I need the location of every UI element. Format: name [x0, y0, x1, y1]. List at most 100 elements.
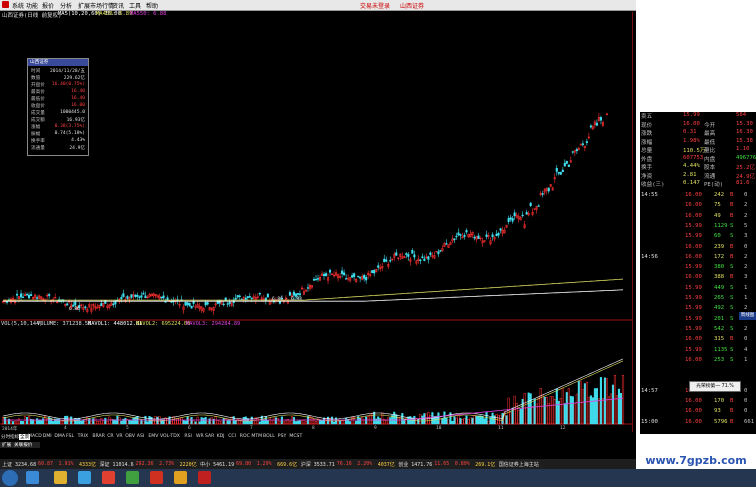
indicator-tab[interactable]: VOL-TDX: [160, 434, 180, 439]
volume-bar: [80, 420, 83, 425]
candle-body: [495, 233, 498, 237]
candle-body: [541, 193, 544, 195]
volume-bar: [140, 420, 143, 425]
volume-bar: [373, 411, 376, 425]
volume-bar: [182, 420, 185, 425]
indicator-tab[interactable]: EMV: [148, 434, 158, 439]
candle-body: [351, 275, 354, 278]
tick-cell: B: [730, 253, 734, 260]
indicator-tab[interactable]: DMI: [43, 434, 52, 439]
candle-body: [419, 259, 422, 261]
tick-cell: 15.99: [685, 264, 702, 271]
indicator-tab[interactable]: 指标: [10, 434, 19, 440]
ranking-popup[interactable]: 光荣榜第一 71.%: [689, 381, 741, 392]
indicator-tab[interactable]: ROC: [240, 434, 250, 439]
indicator-tab[interactable]: SAR: [205, 434, 214, 439]
volume-bar: [343, 420, 346, 425]
candle-body: [407, 254, 410, 257]
volume-bar: [583, 383, 586, 425]
volume-bar: [300, 420, 304, 425]
candle-body: [511, 218, 514, 222]
tick-cell: 449: [714, 284, 725, 291]
volume-bar: [190, 417, 193, 425]
app-icon[interactable]: [126, 471, 139, 484]
indicator-tab[interactable]: RSI: [184, 434, 191, 439]
tick-cell: 5796: [714, 418, 728, 425]
tab-extended[interactable]: 扩展: [2, 442, 11, 448]
quote-cell: 收益(三): [641, 182, 665, 188]
status-item: 2.73%: [159, 461, 175, 467]
tick-cell: 1135: [714, 346, 728, 353]
player-icon[interactable]: [150, 471, 163, 484]
tick-cell: S: [730, 284, 734, 291]
indicator-tab[interactable]: MACD: [28, 434, 42, 439]
volume-bar: [505, 415, 508, 425]
indicator-tab[interactable]: BOLL: [263, 434, 275, 439]
quote-cell: 584: [736, 112, 747, 118]
quote-cell: 换手: [641, 165, 653, 171]
tick-row: 16.00 388 B 3: [640, 274, 756, 281]
quote-cell: 1.98%: [683, 137, 700, 144]
tick-cell: B: [730, 192, 734, 198]
volume-bar: [617, 388, 621, 425]
candle-body: [266, 293, 269, 298]
tick-cell: 172: [714, 253, 725, 260]
volume-bar: [3, 416, 7, 425]
weekly-chart-button[interactable]: 周线图: [739, 312, 756, 320]
candle-body: [306, 287, 310, 289]
candle-body: [20, 293, 23, 298]
folder-icon[interactable]: [54, 471, 67, 484]
volume-bar: [465, 415, 468, 425]
indicator-tab[interactable]: BRAR: [92, 434, 105, 439]
trading-app-icon[interactable]: [198, 471, 211, 484]
candle-body: [557, 171, 560, 174]
volume-bar: [180, 417, 183, 425]
indicator-tab[interactable]: ASI: [137, 434, 144, 439]
date-tick-label: 6: [188, 426, 191, 431]
stock-app-icon[interactable]: [174, 471, 187, 484]
quote-row: 净资 2.81 流通 24.9亿: [640, 172, 756, 180]
indicator-tab[interactable]: OBV: [125, 434, 135, 439]
indicator-tab[interactable]: MCST: [289, 434, 302, 439]
indicator-tab[interactable]: KDJ: [217, 434, 225, 439]
ie-icon[interactable]: [26, 471, 39, 484]
quote-cell: 15.38: [736, 137, 753, 144]
indicator-tab[interactable]: CR: [107, 434, 113, 439]
volume-bar: [184, 420, 187, 425]
tab-related-quote[interactable]: 关联报价: [14, 442, 32, 448]
candle-body: [234, 297, 237, 300]
indicator-tab[interactable]: FSL: [66, 434, 74, 439]
indicator-tab[interactable]: CCI: [228, 434, 236, 439]
volume-bar: [222, 418, 225, 425]
bar-info-title: 山西证券: [28, 59, 88, 66]
candle-body: [142, 292, 145, 295]
bar-info-key: 流通量: [31, 146, 45, 151]
candle-body: [555, 167, 558, 172]
start-button-icon[interactable]: [2, 470, 18, 486]
kline-chart[interactable]: [0, 0, 632, 440]
candle-body: [575, 149, 578, 152]
indicator-tab[interactable]: DMA: [54, 434, 65, 439]
indicator-tab[interactable]: TRIX: [78, 434, 89, 439]
candle-body: [140, 295, 143, 298]
tick-cell: 15:00: [641, 418, 658, 425]
browser-icon[interactable]: [102, 471, 115, 484]
candle-body: [465, 230, 468, 233]
indicator-tab[interactable]: MTM: [251, 434, 262, 439]
volume-bar: [389, 417, 392, 425]
indicator-tab[interactable]: 分时: [1, 434, 10, 440]
indicator-tab[interactable]: PSY: [278, 434, 287, 439]
candle-body: [30, 294, 33, 296]
candle-body: [84, 306, 87, 308]
volume-bar: [242, 417, 245, 425]
volume-bar: [595, 388, 598, 425]
media-icon[interactable]: [78, 471, 91, 484]
indicator-tab[interactable]: WR: [196, 434, 204, 439]
indicator-tab[interactable]: VR: [116, 434, 122, 439]
volume-bar: [549, 396, 552, 425]
bar-info-key: 收盘价: [31, 104, 45, 109]
volume-bar: [248, 421, 251, 425]
volume-bar: [571, 396, 574, 425]
tick-cell: 388: [714, 274, 725, 281]
bar-info-row: 收盘价 16.00: [31, 103, 87, 110]
